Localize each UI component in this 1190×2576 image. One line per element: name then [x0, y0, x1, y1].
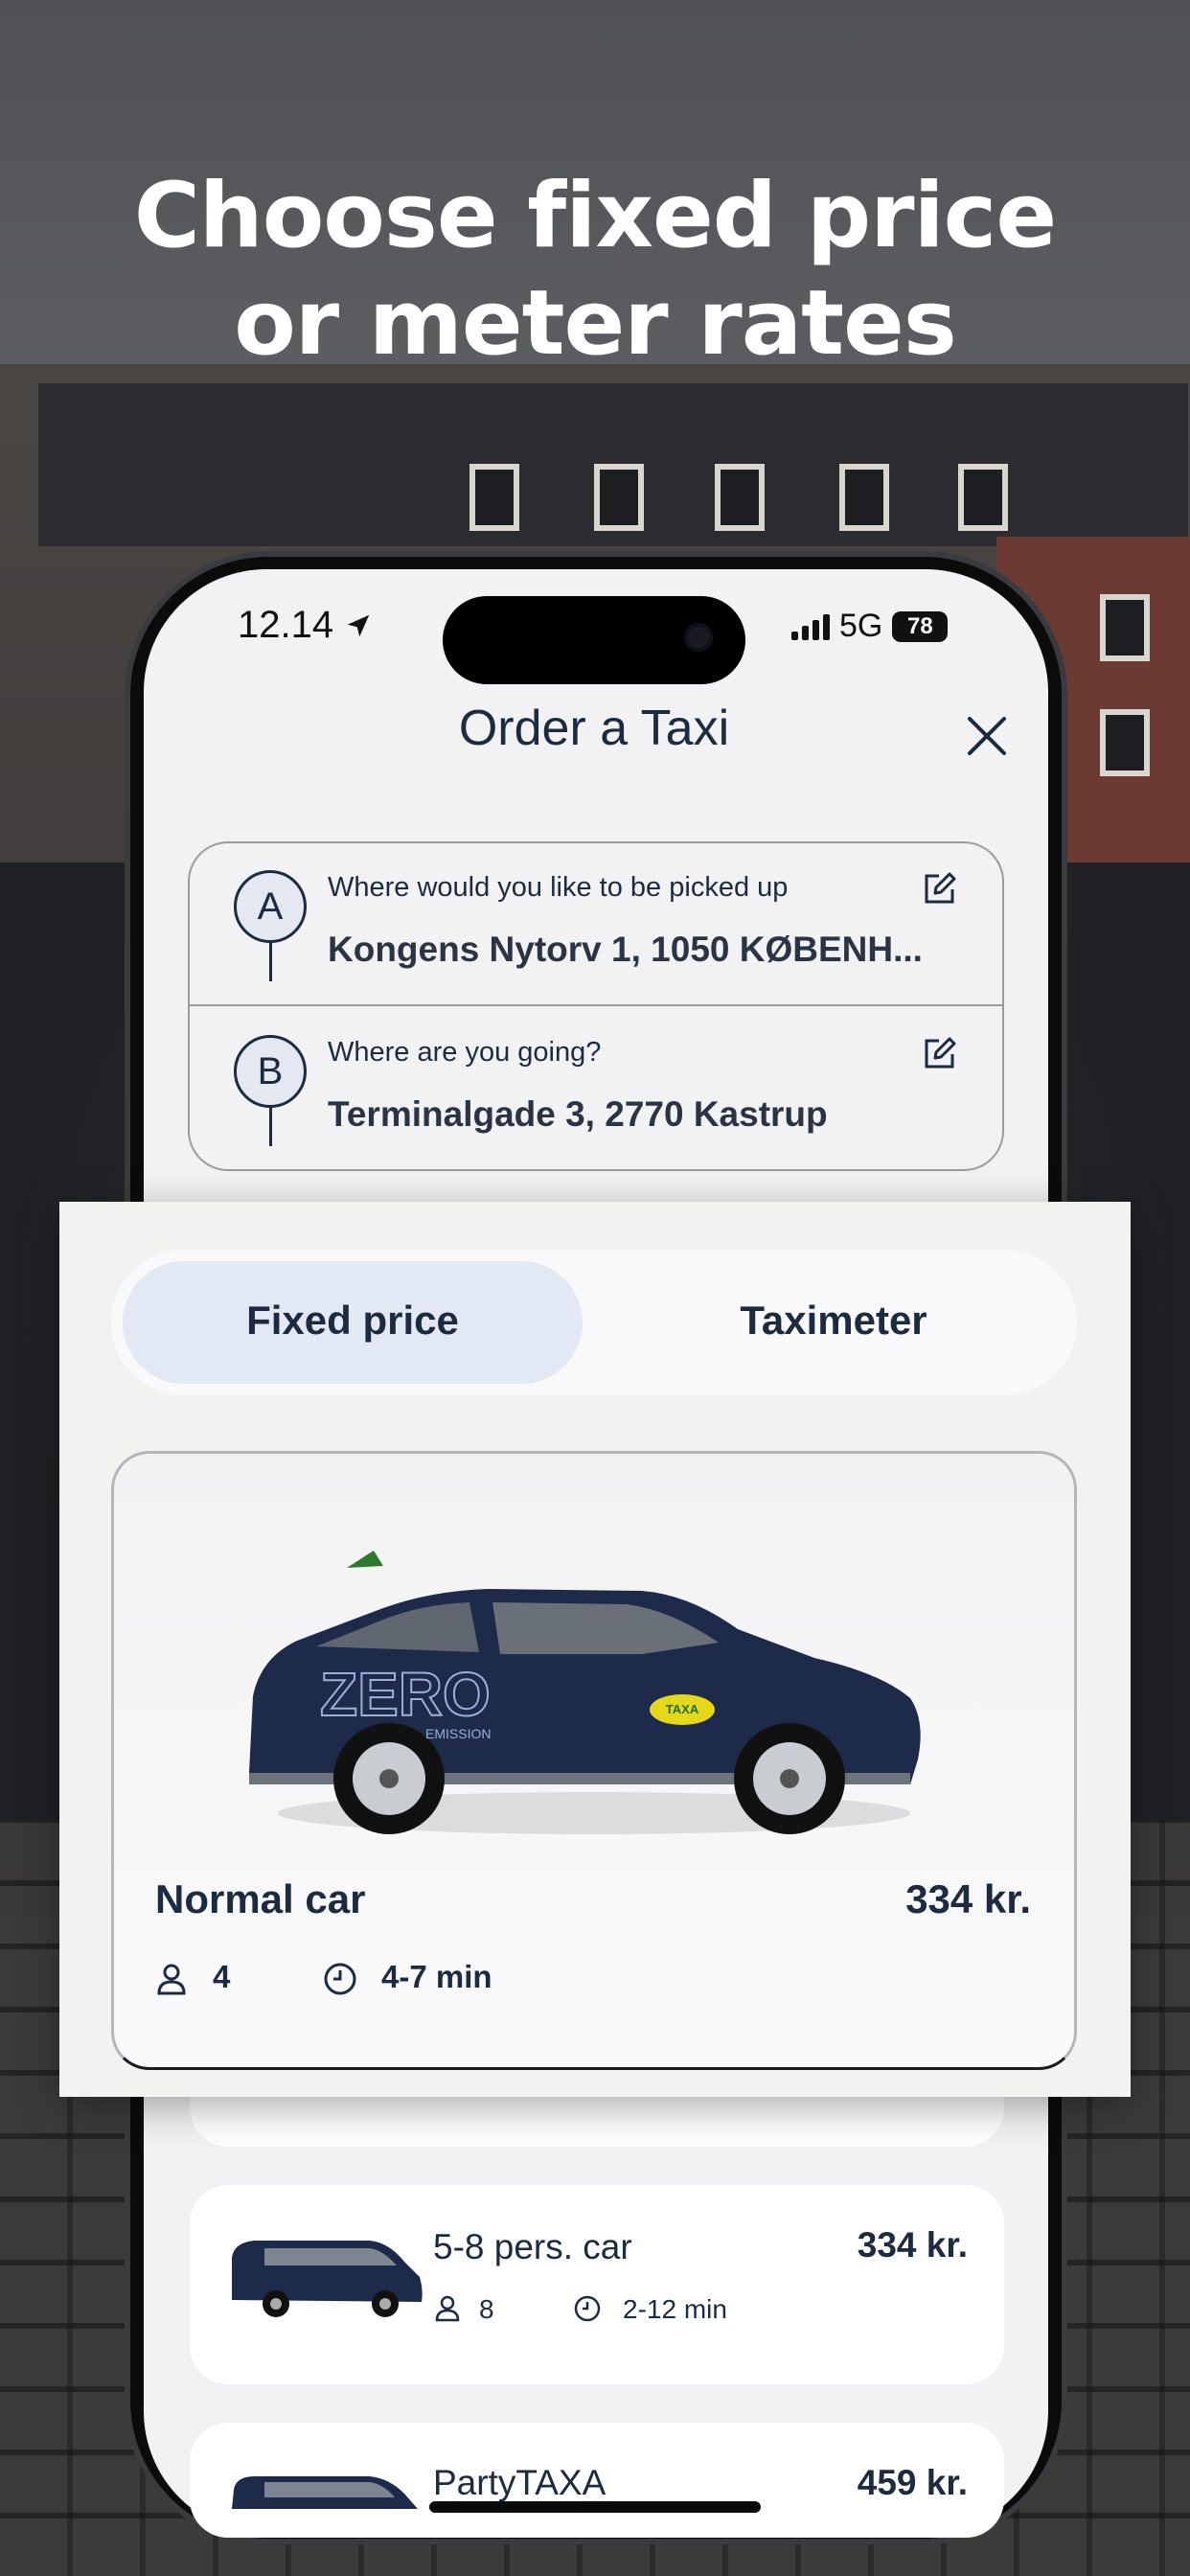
clock-icon	[574, 2295, 601, 2322]
list-item-price: 334 kr.	[857, 2225, 968, 2265]
tab-fixed-price-label: Fixed price	[246, 1298, 459, 1343]
car-option-eta: 4-7 min	[381, 1959, 492, 1994]
status-time-text: 12.14	[238, 604, 334, 646]
edit-destination-icon[interactable]	[920, 1035, 958, 1073]
close-icon[interactable]	[960, 709, 1014, 763]
car-decal-zero: ZERO	[320, 1660, 491, 1729]
page-title: Order a Taxi	[458, 701, 730, 756]
location-arrow-icon	[347, 614, 370, 637]
camera-icon	[684, 623, 713, 652]
person-icon	[435, 2295, 460, 2322]
list-item-eta: 2-12 min	[623, 2294, 727, 2324]
signal-icon	[791, 613, 830, 640]
van-thumbnail	[232, 2241, 423, 2317]
home-indicator	[429, 2501, 761, 2513]
pickup-marker-stem	[269, 943, 272, 981]
pickup-address[interactable]: Kongens Nytorv 1, 1050 KØBENH...	[328, 930, 923, 970]
car-decal-emission: EMISSION	[425, 1726, 491, 1741]
status-indicators: 5G 78	[791, 608, 949, 645]
list-item-name: PartyTAXA	[433, 2463, 606, 2502]
destination-address[interactable]: Terminalgade 3, 2770 Kastrup	[328, 1094, 828, 1135]
party-van-thumbnail	[232, 2476, 418, 2509]
destination-marker-icon: B	[234, 1035, 307, 1108]
status-time: 12.14	[238, 604, 373, 647]
edit-pickup-icon[interactable]	[920, 870, 958, 908]
person-icon	[157, 1964, 186, 1995]
car-image: ZERO EMISSION TAXA	[249, 1551, 921, 1834]
headline-line-2: or meter rates	[234, 271, 957, 376]
destination-marker-stem	[269, 1108, 272, 1146]
clock-icon	[324, 1963, 356, 1995]
route-divider	[188, 1004, 1004, 1006]
car-option-name: Normal car	[155, 1876, 366, 1921]
battery-icon: 78	[892, 610, 949, 642]
pickup-marker-icon: A	[234, 870, 307, 943]
network-type: 5G	[839, 608, 883, 644]
promo-headline: Choose fixed price or meter rates	[0, 163, 1190, 378]
list-item-price: 459 kr.	[857, 2463, 968, 2502]
list-item-name: 5-8 pers. car	[433, 2227, 632, 2266]
headline-line-1: Choose fixed price	[133, 164, 1057, 268]
list-item-seats: 8	[479, 2294, 494, 2324]
battery-level: 78	[907, 612, 933, 639]
pickup-label: Where would you like to be picked up	[328, 872, 789, 903]
car-option-price: 334 kr.	[905, 1876, 1031, 1921]
tab-taximeter[interactable]: Taximeter	[613, 1298, 1054, 1344]
car-option-seats: 4	[213, 1959, 231, 1994]
taxa-badge: TAXA	[666, 1702, 699, 1716]
destination-label: Where are you going?	[328, 1037, 602, 1068]
